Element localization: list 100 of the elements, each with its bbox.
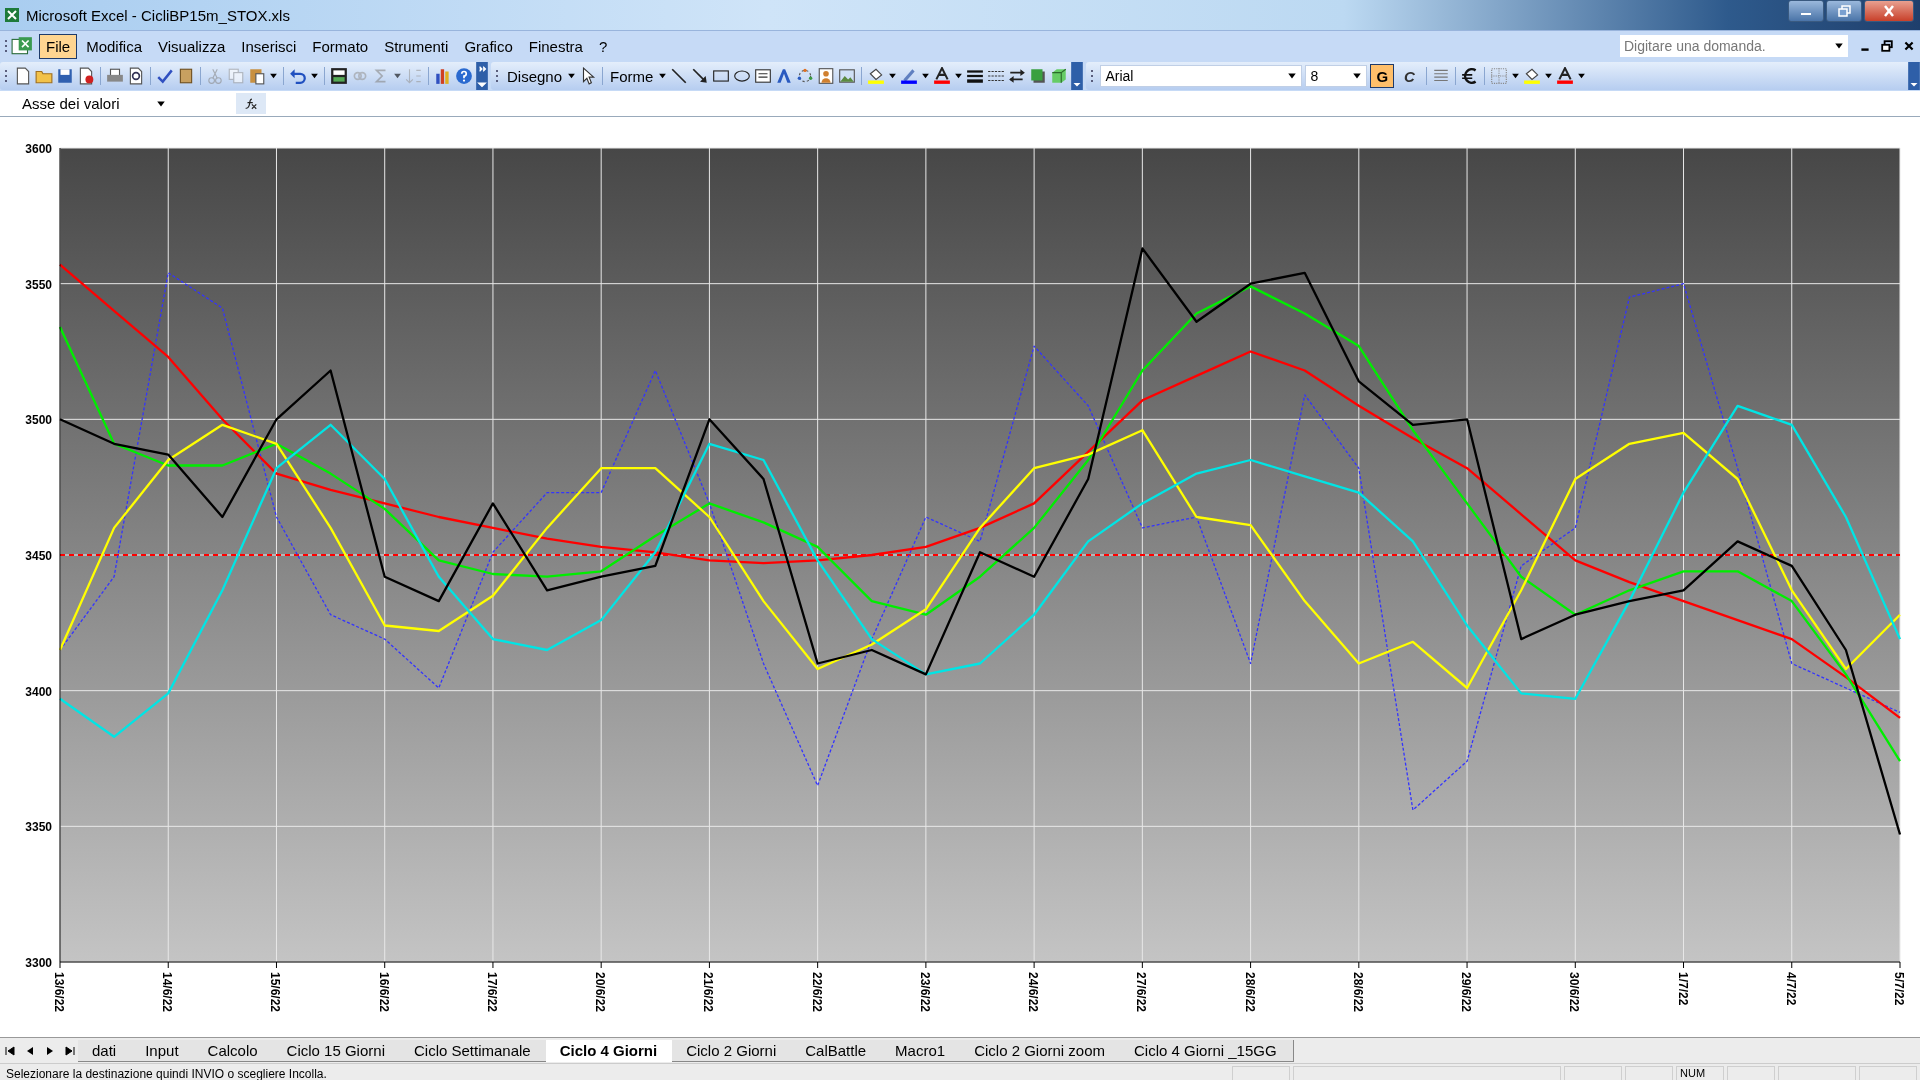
function-icon[interactable] — [236, 93, 266, 114]
help-icon[interactable] — [455, 67, 473, 85]
x-tick-label: 27/6/22 — [1134, 972, 1149, 1013]
window-title: Microsoft Excel - CicliBP15m_STOX.xls — [26, 6, 290, 24]
status-message: Selezionare la destinazione quindi INVIO o scegliere Incolla. — [5, 1067, 327, 1080]
restore-icon[interactable] — [1881, 40, 1893, 52]
grip-handle[interactable] — [4, 38, 8, 54]
book-icon[interactable] — [177, 67, 195, 85]
toolbar-options-icon[interactable] — [1908, 62, 1920, 90]
clip-art-icon[interactable] — [817, 67, 836, 85]
sheet-tab[interactable]: Ciclo 4 Giorni — [545, 1039, 675, 1062]
x-tick-label: 14/6/22 — [160, 972, 175, 1013]
font-size-dropdown[interactable]: 8 — [1305, 65, 1368, 87]
x-tick-label: 30/6/22 — [1567, 972, 1582, 1013]
sheet-tab[interactable]: Ciclo 4 Giorni _15GG — [1120, 1039, 1294, 1062]
arrow-icon[interactable] — [691, 67, 710, 85]
y-tick-label: 3350 — [25, 820, 52, 835]
grip-handle[interactable] — [4, 68, 8, 84]
line-style-icon[interactable] — [966, 67, 985, 85]
font-color-icon[interactable] — [933, 67, 952, 85]
printer-icon[interactable] — [106, 67, 124, 85]
x-tick-label: 13/6/22 — [52, 972, 66, 1013]
print-preview-icon[interactable] — [127, 67, 145, 85]
y-tick-label: 3500 — [25, 413, 52, 428]
document-lock-icon[interactable] — [77, 67, 95, 85]
sheet-tab[interactable]: Ciclo 2 Giorni zoom — [960, 1039, 1123, 1062]
rectangle-icon[interactable] — [712, 67, 731, 85]
toolbar-options-icon[interactable] — [476, 62, 488, 90]
bar-chart-icon[interactable] — [434, 67, 452, 85]
arrow-style-icon[interactable] — [1008, 67, 1027, 85]
caret-icon[interactable] — [1834, 41, 1844, 51]
sheet-tab[interactable]: dati — [78, 1039, 134, 1062]
close-icon[interactable] — [1903, 40, 1915, 52]
sheet-tab[interactable]: CalBattle — [791, 1039, 884, 1062]
sheet-tab[interactable]: Ciclo 15 Giorni — [272, 1039, 402, 1062]
close-icon — [1884, 5, 1894, 17]
line-icon[interactable] — [670, 67, 689, 85]
line-color-icon[interactable] — [900, 67, 919, 85]
font-dropdown[interactable]: Arial — [1100, 65, 1303, 87]
x-tick-label: 23/6/22 — [917, 972, 932, 1013]
x-tick-label: 16/6/22 — [376, 972, 391, 1013]
x-tick-label: 5/7/22 — [1892, 972, 1906, 1006]
sheet-tab[interactable]: Ciclo Settimanale — [399, 1039, 548, 1062]
clipboard-icon[interactable] — [248, 67, 266, 85]
calculator-icon[interactable] — [330, 67, 348, 85]
menu-item[interactable]: Inserisci — [234, 33, 304, 59]
sheet-tab[interactable]: Ciclo 2 Giorni — [672, 1039, 794, 1062]
italic-button[interactable]: C — [1397, 64, 1422, 88]
y-tick-label: 3300 — [25, 956, 52, 970]
y-tick-label: 3550 — [25, 277, 52, 292]
text-box-icon[interactable] — [754, 67, 773, 85]
sheet-tab[interactable]: Input — [131, 1039, 196, 1062]
menu-item[interactable]: Finestra — [521, 33, 590, 59]
close-button[interactable] — [1864, 0, 1914, 22]
sheet-tab[interactable]: Macro1 — [881, 1039, 963, 1062]
font-color-icon[interactable] — [1556, 67, 1575, 85]
fill-color-icon[interactable] — [1523, 67, 1542, 85]
x-tick-label: 24/6/22 — [1026, 972, 1041, 1013]
x-tick-label: 15/6/22 — [268, 972, 283, 1013]
grip-handle[interactable] — [495, 68, 499, 84]
workbook-icon[interactable] — [11, 36, 33, 56]
caret-icon[interactable] — [1352, 71, 1363, 81]
menu-item[interactable]: Grafico — [457, 33, 520, 59]
x-tick-label: 22/6/22 — [809, 972, 824, 1013]
drawing-menu[interactable]: Disegno — [505, 67, 565, 85]
plot-area[interactable] — [60, 148, 1900, 962]
image-icon[interactable] — [838, 67, 857, 85]
x-tick-label: 17/6/22 — [484, 972, 499, 1013]
document-icon[interactable] — [14, 67, 32, 85]
x-tick-label: 29/6/22 — [1459, 972, 1474, 1013]
first-sheet-icon[interactable] — [4, 1044, 16, 1057]
undo-icon[interactable] — [289, 67, 307, 85]
spelling-check-icon[interactable] — [156, 67, 174, 85]
menu-item[interactable]: Modifica — [79, 33, 150, 59]
x-tick-label: 20/6/22 — [593, 972, 608, 1013]
minimize-button[interactable] — [1788, 0, 1824, 22]
last-sheet-icon[interactable] — [64, 1044, 76, 1057]
help-search-field[interactable]: Digitare una domanda. — [1620, 35, 1848, 57]
menu-item[interactable]: Strumenti — [377, 33, 456, 59]
menu-item[interactable]: Visualizza — [151, 33, 233, 59]
menu-item[interactable]: ? — [591, 33, 615, 59]
cube-icon[interactable] — [1050, 67, 1069, 85]
save-icon[interactable] — [56, 67, 74, 85]
fill-color-icon[interactable] — [867, 67, 886, 85]
sheet-tab[interactable]: Calcolo — [193, 1039, 275, 1062]
grip-handle[interactable] — [1090, 68, 1095, 84]
shapes-menu[interactable]: Forme — [608, 67, 656, 85]
menu-item[interactable]: Formato — [305, 33, 376, 59]
restore-icon — [1837, 5, 1851, 17]
ellipse-icon[interactable] — [733, 67, 752, 85]
toolbar-options-icon[interactable] — [1071, 62, 1084, 90]
menu-item[interactable]: File — [39, 33, 78, 59]
bold-button[interactable]: G — [1370, 64, 1395, 88]
x-tick-label: 4/7/22 — [1783, 972, 1798, 1006]
diagram-icon[interactable] — [796, 67, 815, 85]
caret-icon[interactable] — [1287, 71, 1298, 81]
y-tick-label: 3400 — [25, 684, 52, 699]
restore-button[interactable] — [1826, 0, 1862, 22]
wordart-icon[interactable] — [775, 67, 794, 85]
shadow-icon[interactable] — [1029, 67, 1048, 85]
